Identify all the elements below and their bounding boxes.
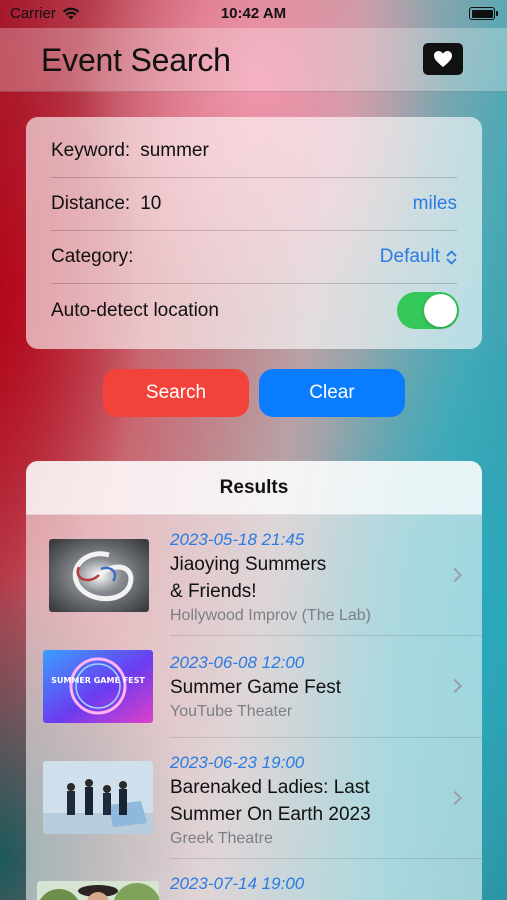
event-thumbnail	[49, 539, 149, 612]
battery-icon	[469, 7, 498, 20]
category-value: Default	[379, 246, 440, 267]
result-item[interactable]: SUMMER GAME FEST 2023-06-08 12:00 Summer…	[26, 636, 482, 738]
favorites-button[interactable]	[423, 43, 463, 75]
keyword-input[interactable]: summer	[140, 140, 457, 162]
clear-button[interactable]: Clear	[259, 369, 405, 417]
category-picker[interactable]: Default	[380, 246, 457, 268]
event-thumbnail: SUMMER GAME FEST	[43, 650, 153, 723]
result-text: 2023-06-23 19:00 Barenaked Ladies: Last …	[170, 752, 442, 850]
chevron-right-icon	[447, 678, 463, 694]
status-bar: Carrier 10:42 AM	[0, 0, 507, 28]
result-name: & Friends!	[170, 581, 257, 602]
navigation-bar: Event Search	[0, 28, 507, 92]
result-name: Summer Game Fest	[170, 677, 342, 698]
search-form: Keyword: summer Distance: 10 miles Categ…	[26, 117, 482, 349]
result-item[interactable]: 2023-07-14 19:00	[26, 859, 482, 900]
category-row: Category: Default	[51, 231, 457, 284]
distance-label: Distance:	[51, 193, 131, 214]
result-name: Barenaked Ladies: Last	[170, 777, 370, 798]
keyword-label: Keyword:	[51, 140, 131, 161]
result-date: 2023-06-08 12:00	[170, 653, 305, 672]
heart-icon	[434, 51, 452, 67]
results-list: Results 2023-05-18 21:45 Jiaoying Summer…	[26, 461, 482, 900]
distance-unit: miles	[412, 193, 457, 214]
chevron-right-icon	[447, 567, 463, 583]
distance-input[interactable]: 10	[140, 193, 412, 215]
distance-row: Distance: 10 miles	[51, 178, 457, 231]
category-label: Category:	[51, 246, 134, 267]
search-button[interactable]: Search	[103, 369, 249, 417]
toggle-knob	[424, 294, 457, 327]
result-venue: Greek Theatre	[170, 830, 273, 847]
chevron-right-icon	[447, 790, 463, 806]
result-item[interactable]: 2023-06-23 19:00 Barenaked Ladies: Last …	[26, 738, 482, 859]
result-name: Jiaoying Summers	[170, 554, 327, 575]
results-header: Results	[26, 461, 482, 515]
battery-fill	[471, 9, 493, 18]
autodetect-label: Auto-detect location	[51, 299, 219, 321]
status-time: 10:42 AM	[220, 5, 287, 22]
result-item[interactable]: 2023-05-18 21:45 Jiaoying Summers & Frie…	[26, 515, 482, 636]
autodetect-row: Auto-detect location	[51, 284, 459, 337]
event-thumbnail	[43, 761, 153, 834]
result-text: 2023-05-18 21:45 Jiaoying Summers & Frie…	[170, 529, 442, 627]
thumbnail-text: SUMMER GAME FEST	[51, 676, 145, 685]
result-date: 2023-07-14 19:00	[170, 874, 305, 893]
result-text: 2023-06-08 12:00 Summer Game Fest YouTub…	[170, 652, 442, 723]
keyword-row: Keyword: summer	[51, 125, 457, 178]
result-name: Summer On Earth 2023	[170, 804, 371, 825]
result-venue: Hollywood Improv (The Lab)	[170, 607, 371, 624]
result-text: 2023-07-14 19:00	[170, 873, 442, 895]
page-title: Event Search	[41, 42, 231, 78]
autodetect-toggle[interactable]	[397, 292, 459, 329]
result-venue: YouTube Theater	[170, 703, 293, 720]
result-date: 2023-05-18 21:45	[170, 530, 305, 549]
event-thumbnail	[37, 881, 159, 900]
chevron-updown-icon	[446, 250, 457, 264]
result-date: 2023-06-23 19:00	[170, 753, 305, 772]
